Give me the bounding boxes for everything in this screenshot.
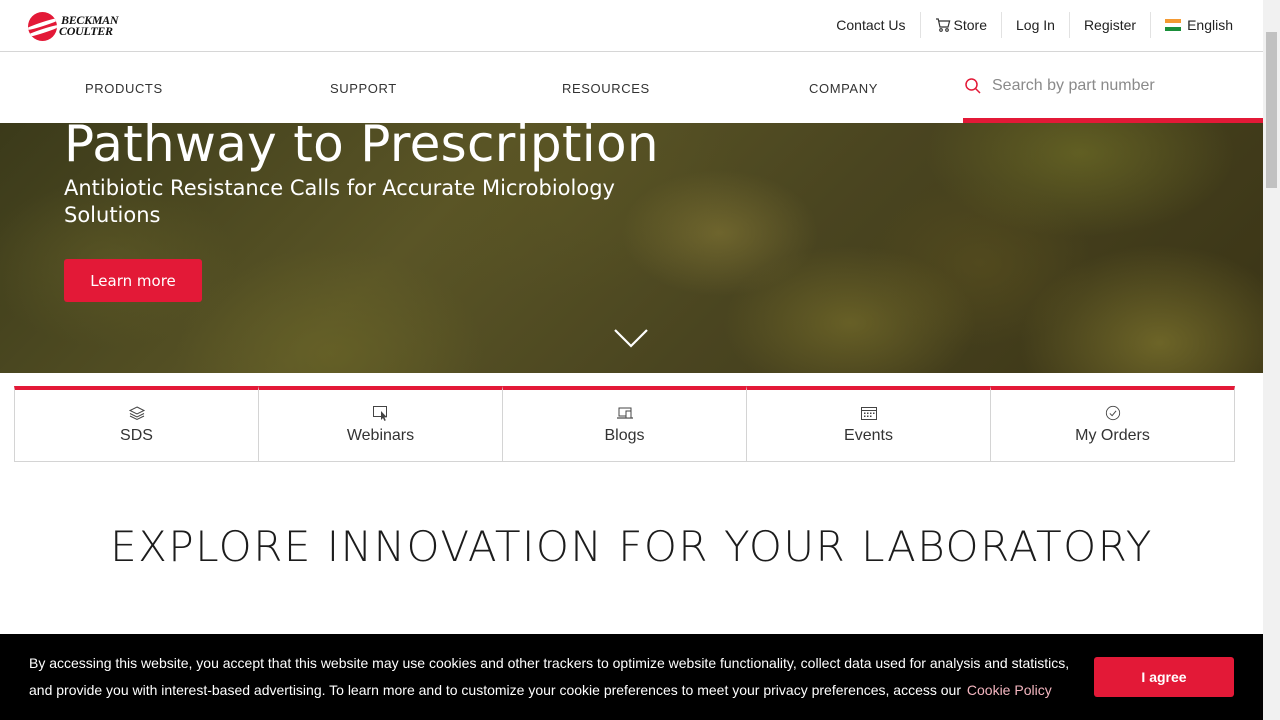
check-circle-icon: [1105, 405, 1120, 421]
main-nav: PRODUCTS SUPPORT RESOURCES COMPANY: [0, 53, 1263, 123]
cart-icon: [935, 18, 950, 32]
quick-links: SDS Webinars Blogs Events My Orders: [14, 386, 1235, 462]
monitor-cursor-icon: [372, 406, 387, 421]
hero-title: Pathway to Prescription: [64, 123, 659, 173]
utility-bar: BECKMAN COULTER Contact Us Store Log In …: [0, 0, 1263, 52]
language-label: English: [1187, 17, 1233, 33]
logo-mark-icon: [28, 11, 57, 41]
agree-button[interactable]: I agree: [1094, 657, 1234, 697]
logo-wordmark: BECKMAN COULTER: [59, 14, 119, 38]
contact-us-label: Contact Us: [836, 17, 906, 33]
hero-subtitle: Antibiotic Resistance Calls for Accurate…: [64, 176, 615, 227]
chevron-down-icon[interactable]: [613, 327, 649, 349]
login-label: Log In: [1016, 17, 1055, 33]
quick-link-events[interactable]: Events: [747, 386, 991, 462]
language-selector[interactable]: English: [1150, 12, 1247, 38]
nav-resources[interactable]: RESOURCES: [562, 53, 650, 123]
login-link[interactable]: Log In: [1001, 12, 1069, 38]
quick-link-label: Events: [844, 427, 893, 444]
hero-banner: Pathway to Prescription Antibiotic Resis…: [0, 123, 1263, 373]
register-label: Register: [1083, 17, 1137, 33]
quick-link-label: Blogs: [604, 427, 645, 444]
search-bar: [963, 53, 1263, 123]
quick-link-label: Webinars: [346, 427, 415, 444]
brand-logo[interactable]: BECKMAN COULTER: [28, 10, 119, 42]
search-input[interactable]: [992, 76, 1242, 95]
scrollbar-thumb[interactable]: [1266, 32, 1277, 188]
logo-line-2: COULTER: [59, 24, 113, 38]
india-flag-icon: [1165, 19, 1182, 31]
cookie-message: By accessing this website, you accept th…: [29, 655, 1070, 698]
contact-us-link[interactable]: Contact Us: [822, 12, 919, 38]
calendar-icon: [860, 407, 877, 420]
section-heading-text: EXPLORE INNOVATION FOR YOUR LABORATORY: [110, 522, 1153, 571]
store-link[interactable]: Store: [919, 12, 1001, 38]
page-scrollbar[interactable]: [1263, 0, 1280, 720]
quick-link-webinars[interactable]: Webinars: [259, 386, 503, 462]
register-link[interactable]: Register: [1068, 12, 1150, 38]
nav-products[interactable]: PRODUCTS: [85, 53, 163, 123]
cookie-policy-link[interactable]: Cookie Policy: [967, 682, 1052, 698]
layers-icon: [128, 406, 145, 421]
quick-link-label: SDS: [120, 427, 153, 444]
store-label: Store: [953, 17, 987, 33]
quick-link-blogs[interactable]: Blogs: [503, 386, 747, 462]
quick-link-label: My Orders: [1075, 427, 1150, 444]
nav-support[interactable]: SUPPORT: [330, 53, 397, 123]
section-heading: EXPLORE INNOVATION FOR YOUR LABORATORY: [0, 522, 1263, 571]
utility-nav: Contact Us Store Log In Register English: [822, 0, 1247, 50]
laptop-icon: [616, 407, 633, 419]
nav-company[interactable]: COMPANY: [809, 53, 878, 123]
search-icon[interactable]: [964, 77, 982, 95]
quick-link-sds[interactable]: SDS: [14, 386, 259, 462]
cookie-text: By accessing this website, you accept th…: [29, 650, 1089, 704]
cookie-banner: By accessing this website, you accept th…: [0, 634, 1263, 720]
quick-link-my-orders[interactable]: My Orders: [991, 386, 1235, 462]
learn-more-button[interactable]: Learn more: [64, 259, 202, 302]
